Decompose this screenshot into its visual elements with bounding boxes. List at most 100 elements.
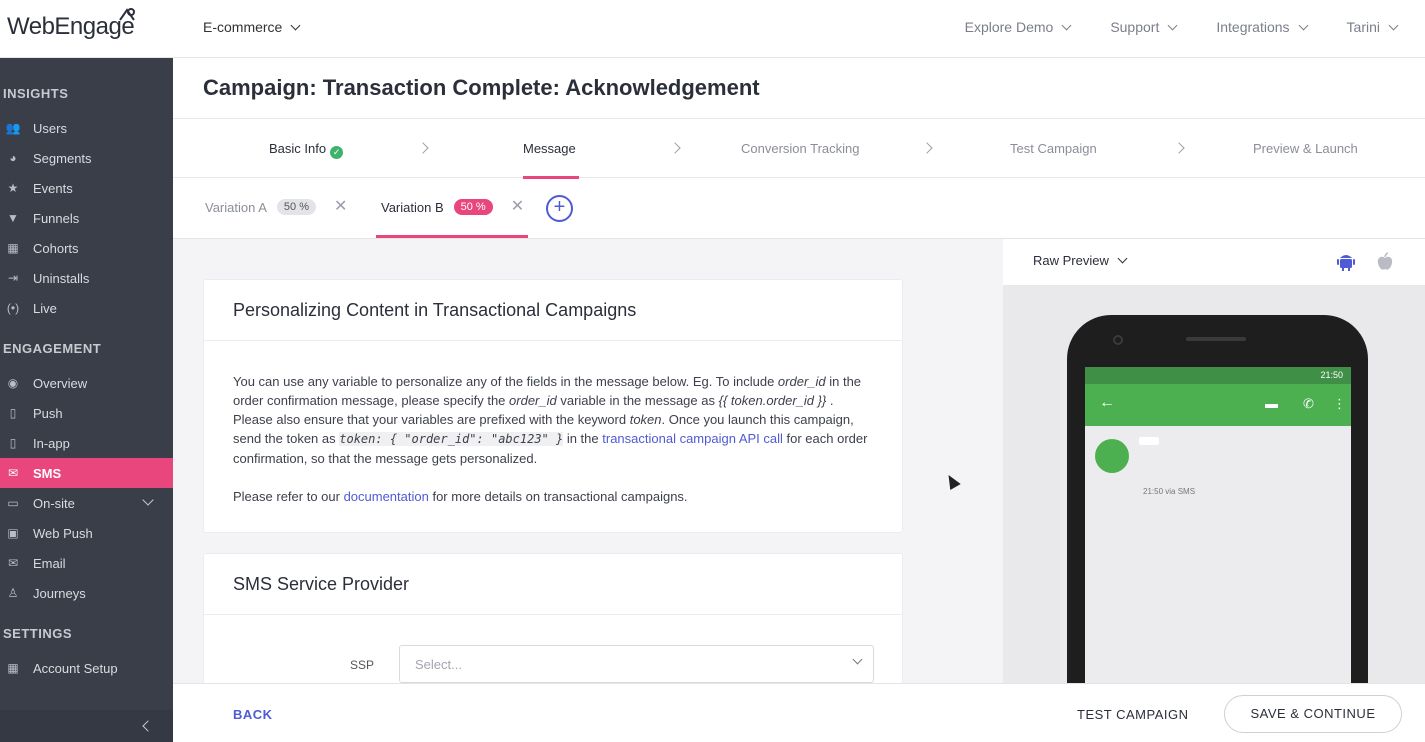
sidebar-item-uninstalls[interactable]: ⇥ Uninstalls (0, 263, 173, 293)
sidebar-item-web-push[interactable]: ▣ Web Push (0, 518, 173, 548)
documentation-link[interactable]: documentation (344, 489, 429, 504)
test-campaign-button[interactable]: TEST CAMPAIGN (1077, 707, 1188, 722)
sidebar-item-label: Uninstalls (33, 270, 90, 286)
sidebar-item-overview[interactable]: ◉ Overview (0, 368, 173, 398)
nav-integrations[interactable]: Integrations (1216, 19, 1308, 35)
sidebar-item-users[interactable]: 👥 Users (0, 113, 173, 143)
email-icon: ✉ (7, 556, 19, 570)
sidebar-item-in-app[interactable]: ▯ In-app (0, 428, 173, 458)
step-label: Test Campaign (1010, 141, 1097, 156)
personalize-paragraph: You can use any variable to personalize … (233, 372, 873, 468)
camera-dot (1113, 335, 1123, 345)
tab-variation-a[interactable]: Variation A 50 % ✕ (205, 199, 347, 215)
close-icon[interactable]: ✕ (511, 199, 524, 215)
card-title: SMS Service Provider (204, 554, 902, 615)
sidebar-item-push[interactable]: ▯ Push (0, 398, 173, 428)
save-continue-button[interactable]: SAVE & CONTINUE (1224, 695, 1402, 733)
text: variable in the message as (556, 393, 719, 408)
sidebar-item-live[interactable]: (•) Live (0, 293, 173, 323)
variation-percent-badge: 50 % (276, 199, 316, 215)
mobile-icon: ▯ (9, 406, 17, 420)
chevron-down-icon[interactable] (142, 494, 154, 506)
order-id-term: order_id (509, 393, 557, 408)
webengage-logo[interactable]: WebEngage (7, 8, 135, 44)
nav-explore-demo[interactable]: Explore Demo (964, 19, 1072, 35)
top-nav: Explore Demo Support Integrations Tarini (964, 19, 1399, 35)
close-icon[interactable]: ✕ (334, 199, 347, 215)
token-code-sample: token: { "order_id": "abc123" } (339, 432, 564, 446)
step-message[interactable]: Message (523, 141, 576, 156)
pie-icon: ◕ (9, 151, 17, 165)
back-arrow-icon: ← (1099, 394, 1115, 411)
step-label: Preview & Launch (1253, 141, 1358, 156)
chevron-right-icon (669, 142, 681, 154)
logo-text: WebEngage (7, 13, 135, 40)
variation-tabs: Variation A 50 % ✕ Variation B 50 % ✕ + (173, 178, 1425, 239)
nav-user-menu[interactable]: Tarini (1346, 19, 1399, 35)
sidebar-item-on-site[interactable]: ▭ On-site (0, 488, 173, 518)
step-basic-info[interactable]: Basic Info ✓ (269, 141, 344, 159)
sidebar: INSIGHTS 👥 Users ◕ Segments ★ Events ▼ Funne… (0, 58, 173, 742)
sidebar-item-label: Overview (33, 375, 88, 391)
sidebar-item-label: Journeys (33, 585, 86, 601)
step-preview-launch[interactable]: Preview & Launch (1253, 141, 1358, 156)
android-icon[interactable] (1336, 252, 1356, 272)
chevron-down-icon (852, 654, 863, 665)
sidebar-item-journeys[interactable]: ♙ Journeys (0, 578, 173, 608)
step-conversion-tracking[interactable]: Conversion Tracking (741, 141, 860, 156)
webpush-icon: ▣ (7, 526, 19, 540)
ssp-select[interactable]: Select... (399, 645, 874, 683)
sidebar-item-label: Segments (33, 150, 92, 166)
sidebar-item-funnels[interactable]: ▼ Funnels (0, 203, 173, 233)
variation-percent-badge: 50 % (453, 199, 493, 215)
sms-icon: ✉ (7, 466, 19, 480)
sidebar-item-sms[interactable]: ✉ SMS (0, 458, 173, 488)
nav-label: Explore Demo (964, 19, 1054, 35)
nav-label: Support (1110, 19, 1160, 35)
step-label: Message (523, 141, 576, 156)
top-bar: WebEngage E-commerce Explore Demo Suppor… (0, 0, 1425, 58)
sidebar-item-segments[interactable]: ◕ Segments (0, 143, 173, 173)
more-vert-icon: ⋮ (1333, 396, 1346, 411)
api-call-link[interactable]: transactional campaign API call (602, 431, 783, 446)
step-test-campaign[interactable]: Test Campaign (1010, 141, 1097, 156)
video-icon: ▬ (1265, 396, 1278, 411)
order-id-term: order_id (777, 374, 826, 389)
sidebar-item-label: On-site (33, 495, 75, 511)
users-icon: 👥 (5, 121, 21, 135)
sidebar-item-label: In-app (33, 435, 70, 451)
eye-icon: ◉ (7, 376, 19, 390)
section-title-settings: SETTINGS (3, 626, 73, 641)
back-button[interactable]: BACK (233, 707, 273, 722)
chevron-left-icon (142, 720, 154, 732)
section-title-engagement: ENGAGEMENT (3, 341, 102, 356)
nav-support[interactable]: Support (1110, 19, 1178, 35)
status-time: 21:50 (1320, 370, 1343, 380)
sidebar-collapse-button[interactable] (0, 710, 173, 742)
section-title-insights: INSIGHTS (3, 86, 69, 101)
broadcast-icon: (•) (6, 301, 20, 315)
add-variation-button[interactable]: + (546, 195, 573, 222)
nav-label: Tarini (1346, 19, 1380, 35)
apple-icon[interactable] (1375, 252, 1395, 272)
project-name: E-commerce (203, 19, 283, 35)
text: Please refer to our (233, 489, 344, 504)
text: You can use any variable to personalize … (233, 374, 778, 389)
preview-mode-dropdown[interactable]: Raw Preview (1033, 253, 1128, 268)
campaign-steps: Basic Info ✓ Message Conversion Tracking … (173, 118, 1425, 179)
ssp-label: SSP (350, 658, 375, 672)
sidebar-item-label: Push (33, 405, 63, 421)
tab-variation-b[interactable]: Variation B 50 % ✕ (381, 199, 524, 215)
sidebar-item-account-setup[interactable]: ▦ Account Setup (0, 653, 173, 683)
chevron-down-icon (1167, 20, 1178, 30)
chevron-down-icon (1061, 20, 1072, 30)
grid-icon: ▦ (7, 241, 19, 255)
phone-icon: ✆ (1303, 396, 1314, 411)
sidebar-item-cohorts[interactable]: ▦ Cohorts (0, 233, 173, 263)
text: in the (563, 431, 603, 446)
sidebar-item-label: Funnels (33, 210, 80, 226)
project-switcher[interactable]: E-commerce (203, 19, 301, 35)
nav-label: Integrations (1216, 19, 1290, 35)
sidebar-item-email[interactable]: ✉ Email (0, 548, 173, 578)
sidebar-item-events[interactable]: ★ Events (0, 173, 173, 203)
